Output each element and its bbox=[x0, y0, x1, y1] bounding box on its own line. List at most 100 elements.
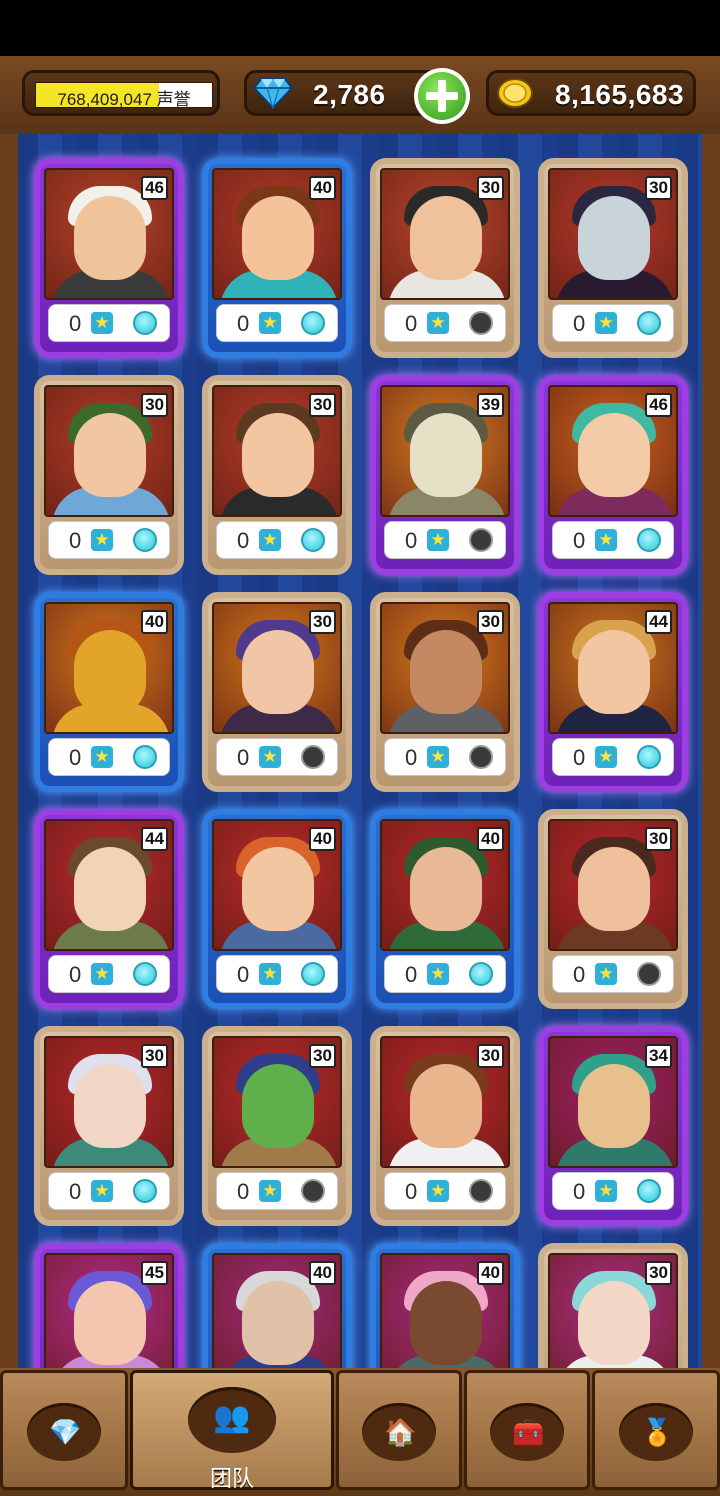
diamond-icon bbox=[253, 78, 293, 109]
hero-portrait: 44 bbox=[44, 819, 174, 951]
hero-portrait: 30 bbox=[548, 1253, 678, 1368]
nav-label: 团队 bbox=[209, 1466, 254, 1491]
add-gems-button[interactable] bbox=[414, 68, 470, 124]
hero-face bbox=[242, 630, 314, 714]
status-orb-icon bbox=[469, 528, 493, 552]
star-icon: ★ bbox=[91, 1180, 113, 1202]
hero-stats-bar: 0 ★ bbox=[48, 1172, 170, 1210]
fame-label: 声誉 bbox=[156, 90, 191, 108]
hero-card[interactable]: 44 0 ★ bbox=[538, 592, 688, 792]
hero-star-count: 0 bbox=[69, 311, 82, 336]
status-orb-icon bbox=[301, 962, 325, 986]
nav-town-button[interactable]: 🏠 bbox=[336, 1370, 462, 1490]
status-orb-icon bbox=[469, 311, 493, 335]
hero-level-badge: 40 bbox=[477, 827, 504, 851]
nav-team-button[interactable]: 👥 团队 bbox=[130, 1370, 334, 1491]
hero-card[interactable]: 300★ bbox=[34, 1026, 184, 1226]
star-icon: ★ bbox=[259, 746, 281, 768]
hero-stats-bar: 0 ★ bbox=[384, 304, 506, 342]
gold-value: 8,165,683 bbox=[555, 79, 685, 110]
status-orb-icon bbox=[133, 311, 157, 335]
hero-card[interactable]: 46 0 ★ bbox=[34, 158, 184, 358]
hero-star-count: 0 bbox=[237, 962, 250, 987]
hero-level-badge: 30 bbox=[141, 1044, 168, 1068]
hero-card[interactable]: 400★ bbox=[370, 1243, 520, 1368]
hero-card[interactable]: 34 0 ★ bbox=[538, 1026, 688, 1226]
bottom-navigation: 💎 👥 团队 🏠 🧰 🏅 bbox=[0, 1368, 720, 1496]
hero-portrait: 40 bbox=[44, 602, 174, 734]
hero-card[interactable]: 300★ bbox=[370, 592, 520, 792]
hero-star-count: 0 bbox=[237, 311, 250, 336]
hero-card[interactable]: 300★ bbox=[202, 592, 352, 792]
hero-card[interactable]: 300★ bbox=[370, 1026, 520, 1226]
nav-shop-button[interactable]: 💎 bbox=[0, 1370, 128, 1490]
hero-portrait: 44 bbox=[548, 602, 678, 734]
hero-portrait: 40 bbox=[380, 1253, 510, 1368]
fame-value: 768,409,047 bbox=[57, 90, 152, 108]
hero-card[interactable]: 39 0 ★ bbox=[370, 375, 520, 575]
hero-portrait: 40 bbox=[212, 168, 342, 300]
star-icon: ★ bbox=[427, 963, 449, 985]
status-orb-icon bbox=[301, 528, 325, 552]
hero-card[interactable]: 400★ bbox=[370, 809, 520, 1009]
hero-stats-bar: 0 ★ bbox=[552, 1172, 674, 1210]
nav-achievements-button[interactable]: 🏅 bbox=[592, 1370, 720, 1490]
hero-level-badge: 30 bbox=[309, 610, 336, 634]
hero-card[interactable]: 300★ bbox=[538, 1243, 688, 1368]
hero-star-count: 0 bbox=[573, 745, 586, 770]
hero-card[interactable]: 300★ bbox=[370, 158, 520, 358]
hero-face bbox=[242, 1281, 314, 1365]
hero-card[interactable]: 300★ bbox=[538, 158, 688, 358]
hero-star-count: 0 bbox=[405, 1179, 418, 1204]
status-orb-icon bbox=[133, 745, 157, 769]
hero-card[interactable]: 44 0 ★ bbox=[34, 809, 184, 1009]
status-orb-icon bbox=[637, 311, 661, 335]
gems-value: 2,786 bbox=[313, 79, 386, 110]
status-orb-icon bbox=[637, 745, 661, 769]
fame-panel[interactable]: 768,409,047 声誉 bbox=[22, 70, 220, 116]
hero-level-badge: 40 bbox=[309, 176, 336, 200]
status-orb-icon bbox=[469, 1179, 493, 1203]
status-orb-icon bbox=[133, 528, 157, 552]
hero-card[interactable]: 300★ bbox=[202, 1026, 352, 1226]
star-icon: ★ bbox=[595, 1180, 617, 1202]
hero-level-badge: 40 bbox=[141, 610, 168, 634]
hero-card[interactable]: 300★ bbox=[34, 375, 184, 575]
hero-level-badge: 30 bbox=[309, 393, 336, 417]
hero-face bbox=[74, 630, 146, 714]
star-icon: ★ bbox=[91, 963, 113, 985]
hero-face bbox=[578, 630, 650, 714]
hero-face bbox=[410, 1064, 482, 1148]
hero-face bbox=[410, 630, 482, 714]
hero-roster[interactable]: 46 0 ★ 40 0 ★ 30 0 ★ 30 0 ★ 30 0 ★ 30 0 ★ 39 0 ★ 46 0 ★ 40 0 ★ 30 0 ★… bbox=[0, 134, 720, 1368]
star-icon: ★ bbox=[595, 529, 617, 551]
hero-face bbox=[578, 196, 650, 280]
hero-card[interactable]: 46 0 ★ bbox=[538, 375, 688, 575]
hero-face bbox=[74, 1281, 146, 1365]
hero-level-badge: 30 bbox=[477, 1044, 504, 1068]
hero-star-count: 0 bbox=[69, 1179, 82, 1204]
hero-star-count: 0 bbox=[573, 311, 586, 336]
status-orb-icon bbox=[637, 1179, 661, 1203]
hero-card[interactable]: 400★ bbox=[202, 809, 352, 1009]
star-icon: ★ bbox=[91, 529, 113, 551]
hero-portrait: 30 bbox=[212, 602, 342, 734]
hero-card[interactable]: 400★ bbox=[202, 1243, 352, 1368]
hero-face bbox=[578, 413, 650, 497]
hero-portrait: 40 bbox=[380, 819, 510, 951]
hero-card[interactable]: 450★ bbox=[34, 1243, 184, 1368]
hero-card[interactable]: 300★ bbox=[538, 809, 688, 1009]
hero-stats-bar: 0 ★ bbox=[48, 521, 170, 559]
fame-progress-bar: 768,409,047 声誉 bbox=[35, 82, 213, 108]
hero-face bbox=[410, 196, 482, 280]
hero-portrait: 30 bbox=[380, 168, 510, 300]
gold-coin-icon bbox=[497, 78, 533, 108]
hero-star-count: 0 bbox=[573, 528, 586, 553]
hero-card[interactable]: 400★ bbox=[202, 158, 352, 358]
hero-card[interactable]: 300★ bbox=[202, 375, 352, 575]
hero-portrait: 46 bbox=[44, 168, 174, 300]
hero-face bbox=[242, 1064, 314, 1148]
hero-card[interactable]: 400★ bbox=[34, 592, 184, 792]
nav-chest-button[interactable]: 🧰 bbox=[464, 1370, 590, 1490]
hero-star-count: 0 bbox=[237, 528, 250, 553]
